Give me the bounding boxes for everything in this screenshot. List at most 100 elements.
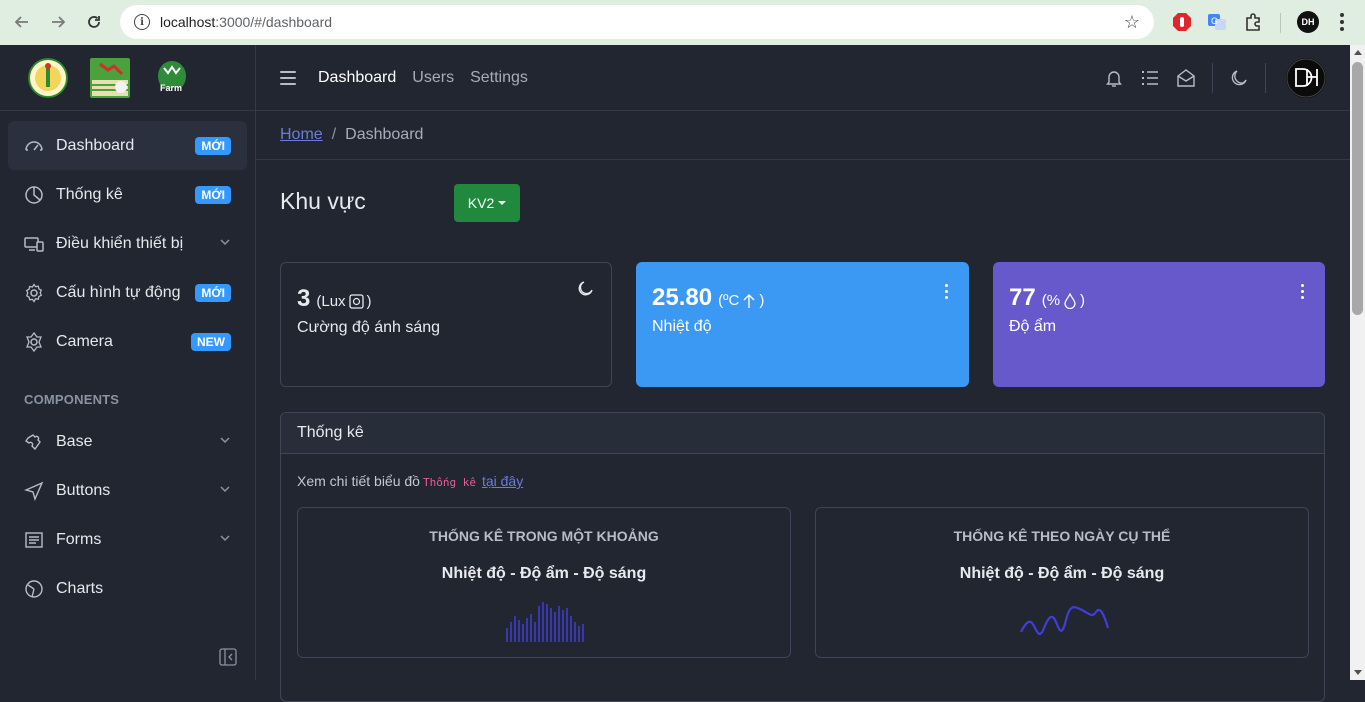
extensions-puzzle-icon[interactable] bbox=[1244, 12, 1264, 32]
avatar[interactable] bbox=[1286, 58, 1326, 98]
sidebar-item-device-control[interactable]: Điều khiển thiết bị bbox=[8, 219, 247, 268]
sidebar-nav: Dashboard MỚI Thống kê MỚI Điều khiển th… bbox=[0, 111, 255, 613]
back-icon[interactable] bbox=[11, 11, 33, 33]
url-text: localhost:3000/#/dashboard bbox=[160, 14, 333, 30]
temperature-value: 25.80 bbox=[652, 284, 713, 311]
moon-icon[interactable] bbox=[1229, 68, 1249, 88]
light-desc: Cường độ ánh sáng bbox=[297, 319, 441, 336]
chart-subtitle: Nhiệt độ - Độ ẩm - Độ sáng bbox=[959, 565, 1165, 582]
temperature-desc: Nhiệt độ bbox=[652, 318, 712, 335]
statistics-header: Thống kê bbox=[281, 413, 1324, 454]
statistics-note: Xem chi tiết biểu đồ Thống kê tại đây bbox=[297, 473, 524, 489]
area-select-dropdown[interactable]: KV2 bbox=[454, 184, 520, 222]
humidity-value-row: 77 (% ) bbox=[1009, 284, 1309, 312]
breadcrumb-separator: / bbox=[331, 126, 337, 143]
sidebar-item-label: Charts bbox=[56, 579, 104, 597]
light-unit: (Lux ) bbox=[316, 293, 372, 310]
chart-title: THỐNG KÊ TRONG MỘT KHOẢNG bbox=[429, 528, 659, 544]
nav-link-dashboard[interactable]: Dashboard bbox=[318, 69, 396, 87]
profile-avatar-icon[interactable]: DH bbox=[1297, 11, 1319, 33]
scroll-up-icon[interactable] bbox=[1354, 50, 1362, 55]
envelope-open-icon[interactable] bbox=[1176, 68, 1196, 88]
nav-link-settings[interactable]: Settings bbox=[470, 69, 528, 87]
farm-logo-text: Farm bbox=[160, 83, 182, 93]
chevron-down-icon[interactable] bbox=[219, 483, 231, 498]
nav-link-users[interactable]: Users bbox=[412, 69, 454, 87]
chart-subtitle: Nhiệt độ - Độ ẩm - Độ sáng bbox=[441, 565, 647, 582]
bars-sparkline bbox=[506, 602, 584, 642]
new-badge: MỚI bbox=[195, 185, 231, 204]
humidity-value: 77 bbox=[1009, 284, 1036, 311]
puzzle-icon bbox=[24, 432, 44, 452]
school-logo[interactable] bbox=[28, 57, 68, 98]
sidebar-collapse-icon[interactable] bbox=[219, 648, 237, 666]
svg-text:G: G bbox=[1211, 16, 1218, 26]
main-content: Khu vực KV2 3 (Lux ) Cường độ ánh sáng 2… bbox=[280, 160, 1325, 702]
breadcrumb: Home / Dashboard bbox=[256, 111, 1350, 160]
sidebar-section-title: COMPONENTS bbox=[24, 392, 120, 407]
sidebar-item-label: Thống kê bbox=[56, 185, 123, 203]
statistics-panel: Thống kê Xem chi tiết biểu đồ Thống kê tại… bbox=[280, 412, 1325, 702]
temperature-options-icon[interactable] bbox=[945, 284, 949, 299]
hamburger-menu-icon[interactable] bbox=[280, 70, 296, 85]
sidebar-item-label: Base bbox=[56, 432, 93, 450]
address-bar[interactable]: i localhost:3000/#/dashboard ☆ bbox=[120, 5, 1154, 39]
sidebar-item-label: Camera bbox=[56, 332, 113, 350]
translate-extension-icon[interactable]: G bbox=[1207, 12, 1227, 32]
humidity-options-icon[interactable] bbox=[1301, 284, 1305, 299]
sidebar-item-camera[interactable]: Camera NEW bbox=[8, 317, 247, 366]
temperature-value-row: 25.80 (ºC ) bbox=[652, 284, 953, 312]
area-select-value: KV2 bbox=[467, 195, 495, 211]
humidity-desc: Độ ẩm bbox=[1009, 318, 1057, 335]
sidebar-item-dashboard[interactable]: Dashboard MỚI bbox=[8, 121, 247, 170]
scroll-down-icon[interactable] bbox=[1354, 670, 1362, 675]
sidebar-item-auto-config[interactable]: Cấu hình tự động MỚI bbox=[8, 268, 247, 317]
daily-stats-card[interactable]: THỐNG KÊ THEO NGÀY CỤ THỂ Nhiệt độ - Độ … bbox=[815, 507, 1309, 658]
adblock-extension-icon[interactable] bbox=[1172, 12, 1192, 32]
humidity-card: 77 (% ) Độ ẩm bbox=[993, 262, 1325, 387]
sidebar-item-base[interactable]: Base bbox=[8, 417, 247, 466]
site-info-icon[interactable]: i bbox=[134, 14, 150, 30]
humidity-unit: (% ) bbox=[1041, 292, 1086, 309]
scrollbar-thumb[interactable] bbox=[1352, 62, 1363, 315]
page-title: Khu vực bbox=[280, 188, 366, 214]
farm-logo[interactable]: Farm bbox=[152, 58, 192, 98]
chart-pie-icon bbox=[24, 185, 44, 205]
sidebar-item-label: Forms bbox=[56, 530, 102, 548]
breadcrumb-current: Dashboard bbox=[345, 126, 424, 143]
sidebar-item-forms[interactable]: Forms bbox=[8, 515, 247, 564]
temperature-card: 25.80 (ºC ) Nhiệt độ bbox=[636, 262, 969, 387]
new-badge: MỚI bbox=[195, 283, 231, 302]
statistics-code: Thống kê bbox=[422, 476, 476, 489]
sidebar-item-label: Điều khiển thiết bị bbox=[56, 234, 184, 252]
header-actions bbox=[1088, 45, 1350, 111]
new-badge: NEW bbox=[191, 332, 231, 351]
arrow-up-icon bbox=[743, 293, 755, 308]
sidebar-item-charts[interactable]: Charts bbox=[8, 564, 247, 613]
forward-icon[interactable] bbox=[47, 11, 69, 33]
bell-icon[interactable] bbox=[1104, 68, 1124, 88]
sidebar-item-buttons[interactable]: Buttons bbox=[8, 466, 247, 515]
range-stats-card[interactable]: THỐNG KÊ TRONG MỘT KHOẢNG Nhiệt độ - Độ … bbox=[297, 507, 791, 658]
reload-icon[interactable] bbox=[83, 11, 105, 33]
chevron-down-icon[interactable] bbox=[219, 236, 231, 251]
notes-icon bbox=[24, 530, 44, 550]
caret-down-icon bbox=[498, 201, 507, 205]
agri-logo[interactable] bbox=[90, 57, 130, 98]
light-intensity-card: 3 (Lux ) Cường độ ánh sáng bbox=[280, 262, 612, 387]
breadcrumb-home-link[interactable]: Home bbox=[280, 126, 323, 144]
statistics-detail-link[interactable]: tại đây bbox=[482, 473, 523, 489]
chevron-down-icon[interactable] bbox=[219, 532, 231, 547]
chevron-down-icon[interactable] bbox=[219, 434, 231, 449]
camera-icon bbox=[24, 331, 44, 352]
speedometer-icon bbox=[24, 136, 44, 156]
droplet-icon bbox=[1064, 292, 1076, 309]
list-icon[interactable] bbox=[1140, 68, 1160, 88]
sidebar-item-label: Buttons bbox=[56, 481, 111, 499]
top-nav: Dashboard Users Settings bbox=[318, 69, 528, 87]
temperature-unit: (ºC ) bbox=[718, 292, 765, 309]
page-scrollbar[interactable] bbox=[1350, 45, 1365, 680]
browser-menu-icon[interactable] bbox=[1340, 13, 1344, 31]
bookmark-star-icon[interactable]: ☆ bbox=[1124, 12, 1140, 33]
sidebar-item-statistics[interactable]: Thống kê MỚI bbox=[8, 170, 247, 219]
